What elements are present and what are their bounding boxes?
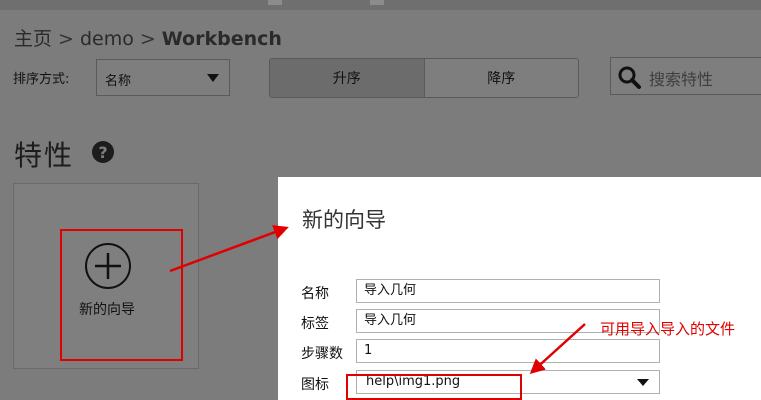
icon-label: 图标 [301,377,329,393]
descending-button[interactable]: 降序 [423,59,578,97]
search-icon [618,66,641,89]
help-icon[interactable]: ? [92,141,114,163]
breadcrumb-current: Workbench [161,28,282,50]
ascending-button[interactable]: 升序 [270,59,424,97]
sort-order-toggle: 升序 降序 [269,58,579,98]
top-toolbar-strip [0,0,761,10]
highlight-box [346,374,522,400]
page-title: 特性 [14,139,75,172]
breadcrumb-home[interactable]: 主页 [14,24,52,51]
annotation-text: 可用导入导入的文件 [600,320,736,338]
steps-field[interactable]: 1 [356,339,660,363]
breadcrumb-separator: > [58,28,74,50]
highlight-box [60,229,183,361]
search-input[interactable]: 搜索特性 [610,57,761,95]
name-field[interactable]: 导入几何 [356,279,660,303]
chevron-down-icon [207,74,219,82]
breadcrumb-demo[interactable]: demo [80,28,134,50]
name-label: 名称 [301,286,329,302]
sort-select-value: 名称 [105,74,132,89]
steps-label: 步骤数 [301,346,343,362]
tag-label: 标签 [301,316,329,332]
chevron-down-icon [637,379,649,386]
sort-label: 排序方式: [13,72,70,87]
dialog-title: 新的向导 [302,208,386,232]
toolbar-fragment [268,0,282,5]
new-wizard-dialog: 新的向导 名称 导入几何 标签 导入几何 步骤数 1 图标 help\img1.… [278,177,761,400]
toolbar-fragment [370,0,384,5]
sort-select[interactable]: 名称 [96,59,230,96]
breadcrumb: 主页 > demo > Workbench [14,24,282,51]
breadcrumb-separator: > [139,28,156,50]
search-placeholder: 搜索特性 [649,70,714,89]
